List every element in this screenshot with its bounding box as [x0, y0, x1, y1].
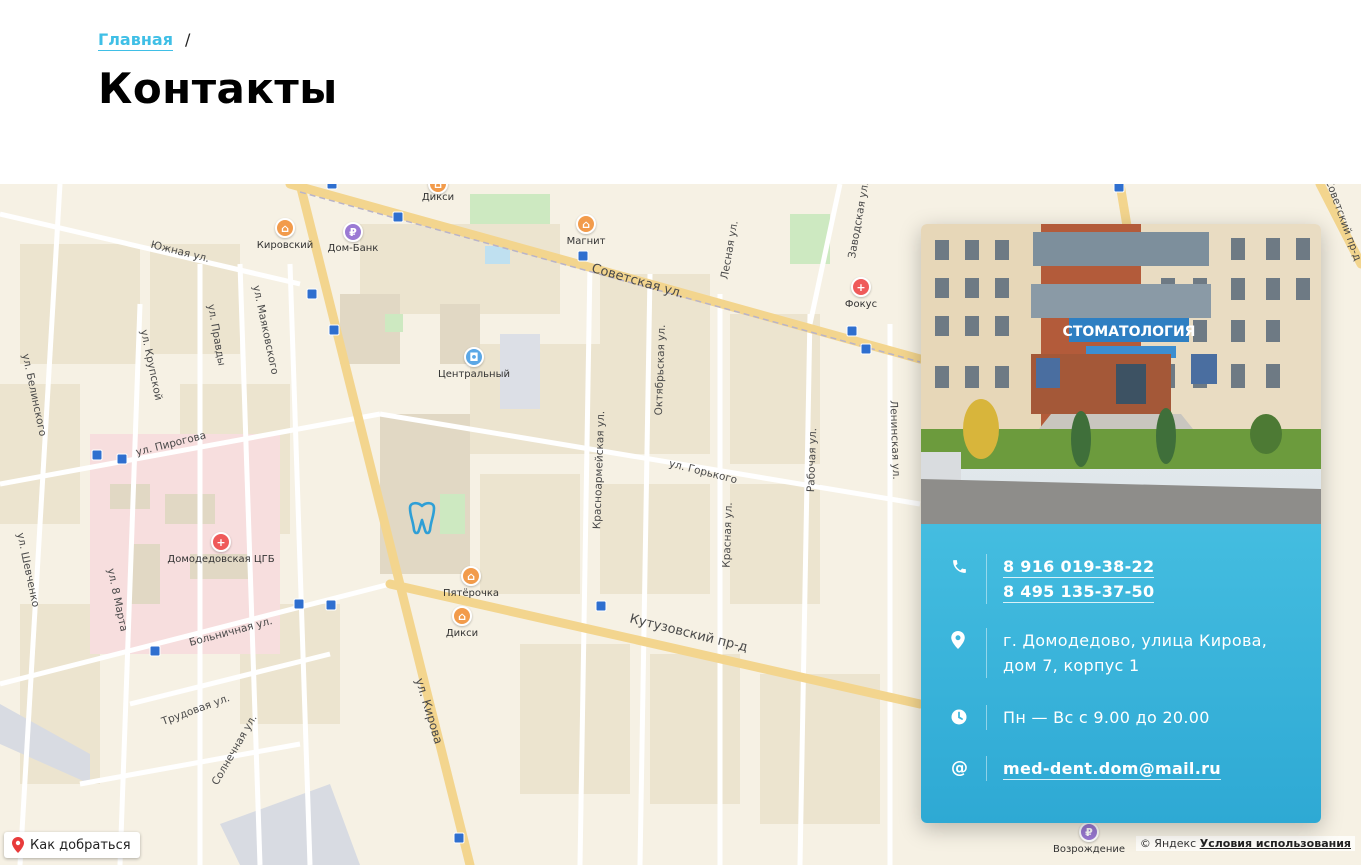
row-divider — [986, 705, 987, 730]
row-divider — [986, 628, 987, 678]
bus-stop-icon[interactable] — [306, 288, 318, 300]
contact-phones-row: 8 916 019-38-22 8 495 135-37-50 — [951, 554, 1155, 604]
address-line-2: дом 7, корпус 1 — [1003, 656, 1140, 675]
map-pin-red-icon — [12, 837, 24, 853]
row-divider — [986, 756, 987, 781]
street-label: Красная ул. — [720, 502, 735, 568]
bus-stop-icon[interactable] — [577, 250, 589, 262]
breadcrumb-separator: / — [184, 30, 191, 49]
page-title: Контакты — [98, 64, 338, 113]
at-icon: @ — [951, 758, 968, 778]
bus-stop-icon[interactable] — [860, 343, 872, 355]
bank-icon[interactable]: ₽ — [1079, 822, 1099, 842]
clock-icon — [951, 705, 986, 729]
map-copyright: © Яндекс Условия использования — [1135, 836, 1355, 851]
contact-info-panel: 8 916 019-38-22 8 495 135-37-50 г. Домод… — [921, 524, 1321, 823]
contact-email-row: @ med-dent.dom@mail.ru — [951, 756, 1221, 781]
phone-link[interactable]: 8 495 135-37-50 — [1003, 581, 1155, 603]
street-label: Рабочая ул. — [804, 427, 820, 493]
poi-label: Магнит — [566, 236, 606, 247]
bus-stop-icon[interactable] — [846, 325, 858, 337]
bus-stop-icon[interactable] — [325, 599, 337, 611]
page-header: Главная / Контакты — [0, 0, 1361, 184]
contact-card: СТОМАТОЛОГИЯ 8 916 019-38-22 8 495 135-3… — [921, 224, 1321, 823]
phone-link[interactable]: 8 916 019-38-22 — [1003, 556, 1155, 578]
poi-label: Кировский — [256, 240, 314, 251]
bus-stop-icon[interactable] — [453, 832, 465, 844]
phone-icon — [951, 554, 986, 578]
tooth-icon[interactable] — [404, 500, 440, 536]
poi-label: Фокус — [844, 299, 878, 310]
shop-basket-icon[interactable]: ⌂ — [576, 214, 596, 234]
poi-label: Дом-Банк — [327, 243, 379, 254]
poi-label: Пятёрочка — [442, 588, 500, 599]
shop-basket-icon[interactable]: ⌂ — [461, 566, 481, 586]
poi-label: Возрождение — [1052, 844, 1126, 855]
bus-stop-icon[interactable] — [392, 211, 404, 223]
poi-label: Центральный — [438, 369, 510, 380]
contact-address-row: г. Домодедово, улица Кирова, дом 7, корп… — [951, 628, 1267, 678]
poi-label: Домодедовская ЦГБ — [167, 554, 275, 565]
shop-basket-icon[interactable]: ⌂ — [275, 218, 295, 238]
row-divider — [986, 554, 987, 604]
poi-label: Дикси — [445, 628, 479, 639]
opening-hours: Пн — Вс с 9.00 до 20.00 — [1003, 708, 1210, 727]
bus-stop-icon[interactable] — [1113, 184, 1125, 193]
bus-stop-icon[interactable] — [149, 645, 161, 657]
map-pin-icon — [951, 628, 986, 652]
bank-icon[interactable]: ₽ — [343, 222, 363, 242]
address-line-1: г. Домодедово, улица Кирова, — [1003, 631, 1268, 650]
bus-stop-icon[interactable] — [293, 598, 305, 610]
contact-hours-row: Пн — Вс с 9.00 до 20.00 — [951, 705, 1210, 730]
bus-stop-icon[interactable] — [91, 449, 103, 461]
breadcrumb-home-link[interactable]: Главная — [98, 30, 173, 51]
bus-stop-icon[interactable] — [116, 453, 128, 465]
breadcrumb: Главная / — [98, 30, 190, 51]
route-button[interactable]: Как добраться — [4, 832, 140, 858]
bus-stop-icon[interactable] — [595, 600, 607, 612]
copyright-text: © Яндекс — [1139, 837, 1197, 850]
medical-cross-icon[interactable]: + — [211, 532, 231, 552]
bus-stop-icon[interactable] — [326, 184, 338, 190]
email-link[interactable]: med-dent.dom@mail.ru — [1003, 758, 1221, 780]
terms-link[interactable]: Условия использования — [1200, 837, 1351, 850]
bus-stop-icon[interactable] — [328, 324, 340, 336]
shop-basket-icon[interactable]: ⌂ — [452, 606, 472, 626]
clinic-sign-text: СТОМАТОЛОГИЯ — [1063, 324, 1196, 340]
clinic-building-photo: СТОМАТОЛОГИЯ — [921, 224, 1321, 524]
route-button-label: Как добраться — [30, 837, 131, 853]
poi-label: Дикси — [421, 192, 455, 203]
medical-cross-icon[interactable]: + — [851, 277, 871, 297]
shopping-bag-icon[interactable]: ◘ — [464, 347, 484, 367]
